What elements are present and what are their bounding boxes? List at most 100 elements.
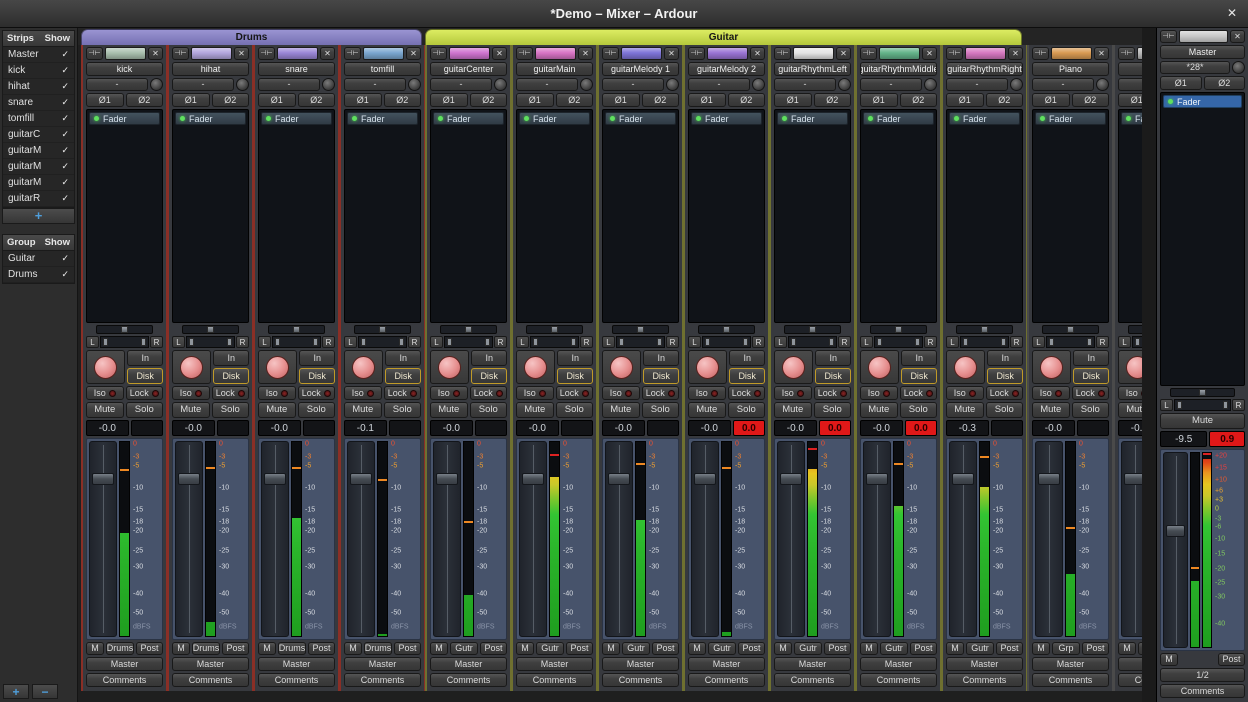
processor-box[interactable]: Fader [258, 109, 335, 323]
strip-color-swatch[interactable] [535, 47, 576, 60]
output-button[interactable]: Master [860, 657, 937, 671]
solo-isolate-button[interactable]: Iso [86, 386, 124, 400]
pan-width-slider[interactable] [444, 336, 493, 348]
pan-width-handle-left[interactable] [705, 338, 710, 346]
monitor-disk-button[interactable]: Disk [729, 368, 765, 384]
pan-width-handle-right[interactable] [485, 338, 490, 346]
input-button[interactable]: - [946, 78, 1008, 91]
solo-isolate-button[interactable]: Iso [344, 386, 382, 400]
pan-azimuth-slider[interactable] [526, 325, 583, 334]
input-button[interactable]: - [602, 78, 664, 91]
trim-knob[interactable] [322, 78, 335, 91]
group-button[interactable]: Drums [106, 642, 134, 655]
pan-handle[interactable] [1199, 389, 1206, 396]
pan-azimuth-slider[interactable] [268, 325, 325, 334]
gain-display[interactable]: -0.0 [430, 420, 473, 436]
gain-automation-button[interactable]: M [258, 642, 276, 655]
peak-display[interactable] [991, 420, 1023, 436]
list-item[interactable]: guitarM✓ [3, 175, 74, 191]
pan-handle[interactable] [1067, 326, 1074, 333]
phase-1-button[interactable]: Ø1 [516, 93, 554, 107]
fader-processor[interactable]: Fader [433, 112, 504, 125]
pan-width-handle-left[interactable] [1177, 401, 1182, 409]
output-button[interactable]: Master [430, 657, 507, 671]
mute-button[interactable]: Mute [688, 402, 726, 418]
strip-width-toggle-icon[interactable]: ⊣⊢ [860, 47, 877, 60]
fader-processor[interactable]: Fader [1121, 112, 1142, 125]
strip-name-button[interactable]: hihat [172, 62, 249, 76]
strip-width-toggle-icon[interactable]: ⊣⊢ [86, 47, 103, 60]
phase-1-button[interactable]: Ø1 [1118, 93, 1142, 107]
monitor-input-button[interactable]: In [471, 350, 507, 366]
monitor-input-button[interactable]: In [729, 350, 765, 366]
processor-active-led[interactable] [782, 116, 787, 121]
pan-handle[interactable] [809, 326, 816, 333]
pan-width-handle-left[interactable] [533, 338, 538, 346]
solo-button[interactable]: Solo [728, 402, 766, 418]
visibility-check[interactable]: ✓ [61, 129, 69, 140]
strip-width-toggle-icon[interactable]: ⊣⊢ [1032, 47, 1049, 60]
gain-automation-button[interactable]: M [430, 642, 448, 655]
add-strip-button[interactable]: + [2, 208, 75, 224]
peak-display[interactable]: 0.0 [733, 420, 765, 436]
record-arm-button[interactable] [180, 356, 203, 379]
strip-hide-icon[interactable]: ✕ [406, 47, 421, 60]
record-arm-button[interactable] [524, 356, 547, 379]
pan-width-handle-left[interactable] [963, 338, 968, 346]
visibility-check[interactable]: ✓ [61, 253, 69, 264]
strip-hide-icon[interactable]: ✕ [492, 47, 507, 60]
processor-active-led[interactable] [438, 116, 443, 121]
solo-button[interactable]: Solo [900, 402, 938, 418]
fader-processor[interactable]: Fader [1035, 112, 1106, 125]
pan-width-handle-left[interactable] [361, 338, 366, 346]
fader-handle[interactable] [694, 473, 716, 485]
pan-width-slider[interactable] [358, 336, 407, 348]
group-button[interactable]: Gutr [966, 642, 994, 655]
strip-color-swatch[interactable] [277, 47, 318, 60]
fader-handle[interactable] [952, 473, 974, 485]
pan-width-handle-right[interactable] [915, 338, 920, 346]
strip-hide-icon[interactable]: ✕ [320, 47, 335, 60]
record-arm-button[interactable] [266, 356, 289, 379]
mute-button[interactable]: Mute [1160, 413, 1245, 429]
trim-knob[interactable] [408, 78, 421, 91]
solo-lock-button[interactable]: Lock [642, 386, 680, 400]
monitor-disk-button[interactable]: Disk [299, 368, 335, 384]
comments-button[interactable]: Comments [86, 673, 163, 687]
peak-display[interactable] [561, 420, 593, 436]
trim-knob[interactable] [1096, 78, 1109, 91]
gain-automation-button[interactable]: M [344, 642, 362, 655]
solo-isolate-button[interactable]: Iso [688, 386, 726, 400]
monitor-input-button[interactable]: In [815, 350, 851, 366]
phase-2-button[interactable]: Ø2 [1204, 76, 1246, 90]
phase-2-button[interactable]: Ø2 [900, 93, 938, 107]
meter-point-button[interactable]: Post [480, 642, 507, 655]
monitor-disk-button[interactable]: Disk [1073, 368, 1109, 384]
pan-width-slider[interactable] [616, 336, 665, 348]
processor-active-led[interactable] [1126, 116, 1131, 121]
pan-width-handle-left[interactable] [1135, 338, 1140, 346]
pan-azimuth-slider[interactable] [870, 325, 927, 334]
phase-2-button[interactable]: Ø2 [126, 93, 164, 107]
meter-point-button[interactable]: Post [222, 642, 249, 655]
record-arm-button[interactable] [610, 356, 633, 379]
pan-width-handle-right[interactable] [1223, 401, 1228, 409]
processor-box[interactable]: Fader [774, 109, 851, 323]
comments-button[interactable]: Comments [1032, 673, 1109, 687]
peak-display[interactable] [475, 420, 507, 436]
pan-width-slider[interactable] [960, 336, 1009, 348]
fader-handle[interactable] [1124, 473, 1142, 485]
volume-fader[interactable] [433, 441, 461, 637]
gain-display[interactable]: -9.5 [1160, 431, 1207, 447]
output-button[interactable]: Master [344, 657, 421, 671]
phase-2-button[interactable]: Ø2 [986, 93, 1024, 107]
pan-width-slider[interactable] [530, 336, 579, 348]
input-button[interactable]: - [172, 78, 234, 91]
input-button[interactable]: - [1118, 78, 1142, 91]
fader-handle[interactable] [436, 473, 458, 485]
phase-2-button[interactable]: Ø2 [384, 93, 422, 107]
record-arm-button[interactable] [438, 356, 461, 379]
processor-box[interactable]: Fader [946, 109, 1023, 323]
comments-button[interactable]: Comments [1160, 684, 1245, 698]
group-tab-guitar[interactable]: Guitar [425, 29, 1022, 45]
